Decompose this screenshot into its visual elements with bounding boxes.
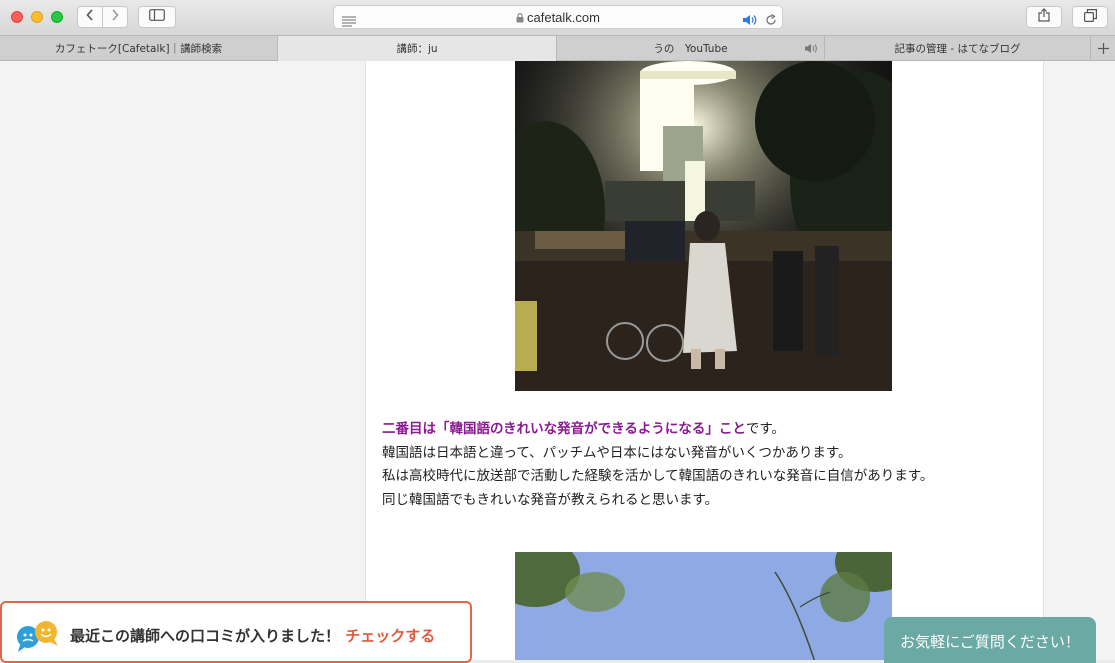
chevron-left-icon [86,9,94,25]
ask-question-label: お気軽にご質問ください！ [900,633,1080,651]
review-message: 最近この講師への口コミが入りました！ チェックする [70,625,435,646]
plus-icon [1098,39,1109,58]
reload-icon[interactable] [765,11,777,30]
minimize-window-button[interactable] [31,11,43,23]
address-bar[interactable]: cafetalk.com [333,5,783,29]
chevron-right-icon [111,9,119,25]
sidebar-button[interactable] [138,6,176,28]
article-line: 私は高校時代に放送部で活動した経験を活かして韓国語のきれいな発音に自信があります… [382,468,934,484]
article-text: 二番目は「韓国語のきれいな発音ができるようになる」ことです。 韓国語は日本語と違… [382,418,1022,512]
sidebar-icon [149,9,165,25]
article-body: 二番目は「韓国語のきれいな発音ができるようになる」ことです。 韓国語は日本語と違… [365,61,1044,660]
tab-youtube[interactable]: うの YouTube [557,36,825,61]
lock-icon [516,11,524,26]
speaker-icon[interactable] [742,11,758,30]
tab-hatena-blog[interactable]: 記事の管理 - はてなブログ [825,36,1091,61]
browser-toolbar: cafetalk.com [0,0,1115,35]
new-tab-button[interactable] [1092,36,1115,61]
share-icon [1038,8,1050,26]
review-notification-banner[interactable]: 最近この講師への口コミが入りました！ チェックする [0,601,472,663]
tab-audio-icon[interactable] [804,43,818,57]
check-review-link[interactable]: チェックする [345,627,435,645]
tab-label: 講師：ju [396,43,438,55]
tab-teacher-ju[interactable]: 講師：ju [278,36,557,61]
ask-question-button[interactable]: お気軽にご質問ください！ [884,617,1096,663]
night-photo-image [515,61,892,391]
review-text: 最近この講師への口コミが入りました！ [70,627,341,645]
url-text: cafetalk.com [527,10,600,25]
highlight-tail: です。 [745,421,785,437]
zoom-window-button[interactable] [51,11,63,23]
sky-photo-image [515,552,892,660]
tabs-overview-icon [1083,8,1097,26]
close-window-button[interactable] [11,11,23,23]
show-tabs-button[interactable] [1072,6,1108,28]
back-button[interactable] [77,6,103,28]
tab-cafetalk-search[interactable]: カフェトーク[Cafetalk]｜講師検索 [0,36,278,61]
forward-button[interactable] [102,6,128,28]
article-line: 韓国語は日本語と違って、パッチムや日本にはない発音がいくつかあります。 [382,444,852,461]
web-page: 二番目は「韓国語のきれいな発音ができるようになる」ことです。 韓国語は日本語と違… [0,61,1115,660]
highlight-text: 二番目は「韓国語のきれいな発音ができるようになる」こと [382,421,746,437]
review-chat-icon [14,619,60,657]
tab-bar: カフェトーク[Cafetalk]｜講師検索 講師：ju うの YouTube 記… [0,35,1115,61]
url-display: cafetalk.com [334,10,782,26]
tab-label: うの YouTube [653,43,728,55]
highlight-paragraph: 二番目は「韓国語のきれいな発音ができるようになる」ことです。 [382,418,1022,442]
tab-label: カフェトーク[Cafetalk]｜講師検索 [54,43,223,55]
tab-label: 記事の管理 - はてなブログ [894,43,1021,55]
article-line: 同じ韓国語でもきれいな発音が教えられると思います。 [382,491,719,508]
share-button[interactable] [1026,6,1062,28]
